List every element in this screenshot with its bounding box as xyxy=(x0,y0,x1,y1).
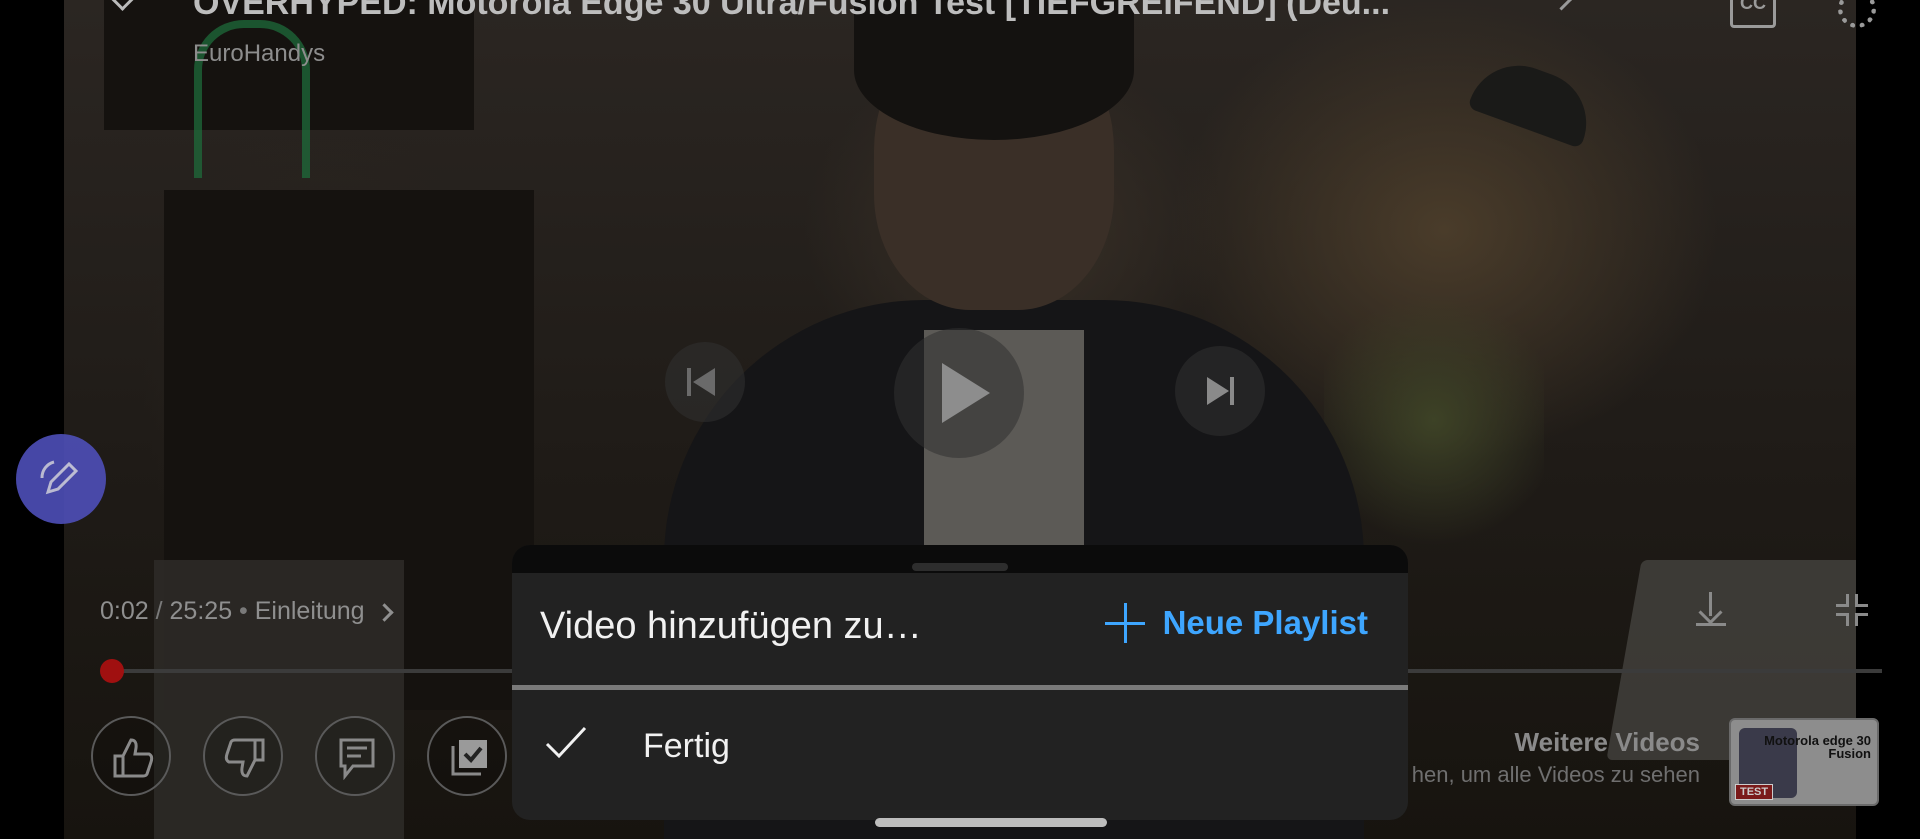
chevron-right-icon xyxy=(374,603,394,622)
sheet-divider xyxy=(512,685,1408,690)
thumbs-up-icon xyxy=(113,738,154,778)
time-display[interactable]: 0:02 / 25:25 • Einleitung xyxy=(100,597,394,626)
next-video-thumbnail[interactable]: Motorola edge 30 Fusion TEST xyxy=(1729,718,1879,806)
home-indicator[interactable] xyxy=(875,818,1107,827)
done-label: Fertig xyxy=(643,727,730,765)
more-videos[interactable]: Weitere Videos hen, um alle Videos zu se… xyxy=(1412,727,1700,788)
add-to-playlist-sheet: Video hinzufügen zu… Neue Playlist Ferti… xyxy=(512,545,1408,820)
skip-next-icon xyxy=(1207,377,1229,405)
more-videos-title: Weitere Videos xyxy=(1514,727,1700,757)
edit-pen-icon xyxy=(40,460,79,495)
download-icon[interactable] xyxy=(1696,592,1726,626)
cc-icon[interactable]: CC xyxy=(1730,0,1776,28)
previous-button[interactable] xyxy=(665,342,745,422)
sheet-title: Video hinzufügen zu… xyxy=(540,605,922,647)
plus-icon xyxy=(1104,603,1145,643)
channel-name[interactable]: EuroHandys xyxy=(193,40,325,68)
dislike-button[interactable] xyxy=(203,716,283,796)
progress-scrubber[interactable] xyxy=(100,659,124,683)
new-playlist-label: Neue Playlist xyxy=(1162,604,1368,641)
thumbs-down-icon xyxy=(224,738,265,778)
drag-handle[interactable] xyxy=(912,563,1008,571)
skip-next-bar xyxy=(1230,377,1234,405)
new-playlist-button[interactable]: Neue Playlist xyxy=(1104,603,1368,643)
save-button[interactable] xyxy=(427,716,507,796)
thumbnail-text: Motorola edge 30 Fusion xyxy=(1764,733,1871,761)
current-time: 0:02 xyxy=(100,597,149,625)
duration: 25:25 xyxy=(169,597,233,625)
chapter-title: Einleitung xyxy=(254,597,365,625)
save-playlist-icon xyxy=(451,740,487,776)
comments-button[interactable] xyxy=(315,716,395,796)
thumbnail-badge: TEST xyxy=(1735,784,1774,800)
exit-fullscreen-icon[interactable] xyxy=(1836,594,1868,626)
desk-lamp xyxy=(1467,51,1601,149)
skip-previous-icon xyxy=(687,368,691,396)
play-icon xyxy=(942,363,990,423)
chapter-separator: • xyxy=(239,597,255,625)
edit-fab[interactable] xyxy=(16,434,106,524)
comment-icon xyxy=(339,738,375,780)
like-button[interactable] xyxy=(91,716,171,796)
skip-previous-triangle xyxy=(693,368,715,396)
done-button[interactable]: Fertig xyxy=(512,691,1408,796)
checkmark-icon xyxy=(545,726,587,759)
more-videos-subtitle: hen, um alle Videos zu sehen xyxy=(1411,762,1700,787)
play-button[interactable] xyxy=(894,328,1024,458)
video-title[interactable]: OVERHYPED: Motorola Edge 30 Ultra/Fusion… xyxy=(193,0,1543,23)
next-button[interactable] xyxy=(1175,346,1265,436)
time-separator: / xyxy=(155,597,170,625)
